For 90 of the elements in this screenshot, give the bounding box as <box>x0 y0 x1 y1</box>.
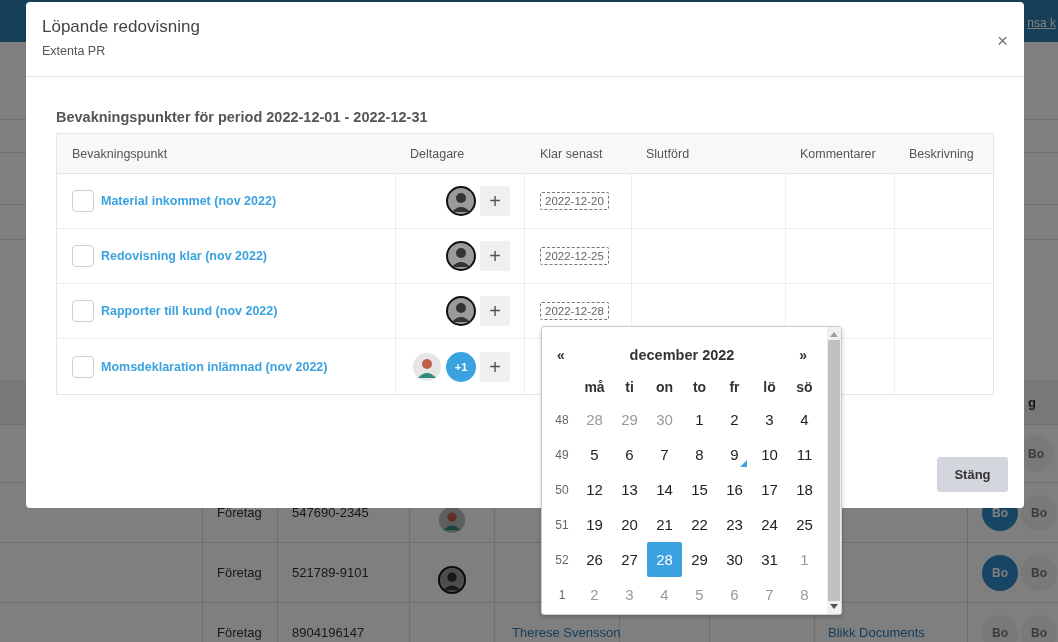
weekday-label: må <box>583 378 606 397</box>
calendar-day[interactable]: 24 <box>752 507 787 542</box>
previous-month-button[interactable]: « <box>553 347 569 363</box>
column-header: Bevakningspunkt <box>72 146 168 161</box>
dialog-title: Löpande redovisning <box>42 17 200 37</box>
column-header: Beskrivning <box>909 146 974 161</box>
table-cell: 521789-9101 <box>292 565 369 580</box>
week-number: 1 <box>557 586 567 604</box>
scroll-down-icon[interactable] <box>830 604 838 610</box>
next-month-button[interactable]: » <box>795 347 811 363</box>
avatar-silhouette-icon <box>446 296 476 326</box>
calendar-day[interactable]: 22 <box>682 507 717 542</box>
checkbox[interactable] <box>72 355 94 378</box>
due-date-field[interactable]: 2022-12-28 <box>540 302 609 320</box>
weekday-label: lö <box>762 378 777 397</box>
calendar-day[interactable]: 29 <box>682 542 717 577</box>
user-badge: Bo <box>1021 494 1057 531</box>
calendar-day[interactable]: 2 <box>717 402 752 437</box>
calendar-day[interactable]: 8 <box>682 437 717 472</box>
table-cell: Företag <box>217 625 262 640</box>
add-participant-button[interactable]: + <box>480 351 510 382</box>
column-header: Klar senast <box>540 146 603 161</box>
calendar-day[interactable]: 21 <box>647 507 682 542</box>
calendar-day[interactable]: 19 <box>577 507 612 542</box>
calendar-day[interactable]: 27 <box>612 542 647 577</box>
checkbox[interactable] <box>72 300 94 322</box>
calendar-day[interactable]: 6 <box>612 437 647 472</box>
calendar-day[interactable]: 16 <box>717 472 752 507</box>
calendar-day[interactable]: 23 <box>717 507 752 542</box>
column-header: Deltagare <box>410 146 465 161</box>
column-header: Slutförd <box>646 146 690 161</box>
table-cell: Företag <box>217 505 262 520</box>
week-number: 50 <box>554 481 570 499</box>
close-dialog-button[interactable]: Stäng <box>937 457 1008 492</box>
cartoon-avatar-icon <box>438 506 466 534</box>
calendar-day[interactable]: 12 <box>577 472 612 507</box>
weekday-label: to <box>691 378 708 397</box>
calendar-day[interactable]: 9 <box>717 437 752 472</box>
calendar-day[interactable]: 13 <box>612 472 647 507</box>
weekday-label: on <box>654 378 675 397</box>
month-title[interactable]: december 2022 <box>629 347 735 363</box>
avatar-silhouette-icon <box>446 186 476 216</box>
calendar-day[interactable]: 25 <box>787 507 822 542</box>
weekday-label: ti <box>624 378 635 397</box>
calendar-day[interactable]: 31 <box>752 542 787 577</box>
user-badge: Bo <box>1021 554 1057 591</box>
calendar-day[interactable]: 10 <box>752 437 787 472</box>
avatar-silhouette-icon <box>438 566 466 594</box>
checkbox[interactable] <box>72 245 94 267</box>
checkbox[interactable] <box>72 190 94 212</box>
due-date-field[interactable]: 2022-12-20 <box>540 192 609 210</box>
user-badge: Bo <box>982 614 1018 642</box>
calendar-day[interactable]: 14 <box>647 472 682 507</box>
week-number: 48 <box>554 411 570 429</box>
add-participant-button[interactable]: + <box>480 296 510 326</box>
calendar-day[interactable]: 11 <box>787 437 822 472</box>
close-button[interactable]: × <box>996 28 1008 52</box>
add-participant-button[interactable]: + <box>480 186 510 216</box>
calendar-day[interactable]: 30 <box>717 542 752 577</box>
calendar-day[interactable]: 4 <box>787 402 822 437</box>
corner-marker-icon <box>740 460 747 467</box>
dialog-subtitle: Extenta PR <box>42 44 107 58</box>
calendar-day[interactable]: 3 <box>752 402 787 437</box>
weekday-label: sö <box>795 378 814 397</box>
scrollbar[interactable] <box>827 327 841 614</box>
calendar-day[interactable]: 20 <box>612 507 647 542</box>
column-header: g <box>1028 394 1036 410</box>
table-cell: 8904196147 <box>292 625 365 640</box>
section-title: Bevakningspunkter för period 2022-12-01 - 2022-12-31 <box>56 109 429 125</box>
calendar-day[interactable]: 1 <box>682 402 717 437</box>
weekday-label: fr <box>728 378 741 397</box>
due-date-field[interactable]: 2022-12-25 <box>540 247 609 265</box>
week-number: 51 <box>554 516 570 534</box>
scroll-up-icon[interactable] <box>830 331 838 337</box>
cartoon-avatar-icon <box>412 351 442 382</box>
calendar-day[interactable]: 7 <box>647 437 682 472</box>
calendar-day[interactable]: 17 <box>752 472 787 507</box>
table-cell: 547690-2345 <box>292 505 369 520</box>
table-cell: Företag <box>217 565 262 580</box>
calendar-day[interactable]: 18 <box>787 472 822 507</box>
week-number: 52 <box>554 551 570 569</box>
avatar-silhouette-icon <box>446 241 476 271</box>
user-badge: Bo <box>1021 614 1057 642</box>
calendar-day[interactable]: 5 <box>577 437 612 472</box>
user-badge: Bo <box>982 554 1018 591</box>
column-header: Kommentarer <box>800 146 876 161</box>
calendar-day[interactable]: 26 <box>577 542 612 577</box>
calendar-day[interactable]: 15 <box>682 472 717 507</box>
add-participant-button[interactable]: + <box>480 241 510 271</box>
week-number: 49 <box>554 446 570 464</box>
